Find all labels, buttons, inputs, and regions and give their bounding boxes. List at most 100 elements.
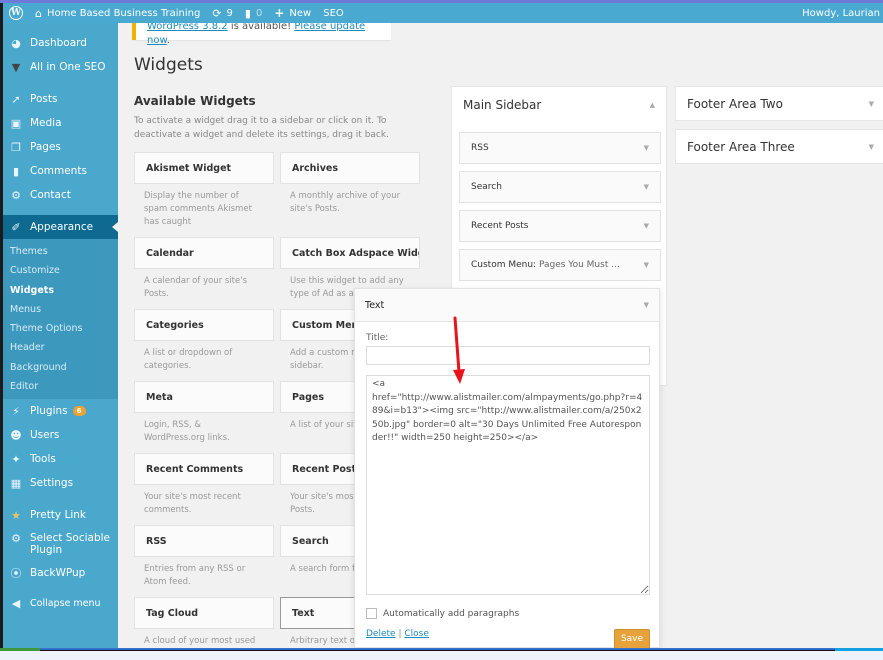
sidebar-item-backwpup[interactable]: ⦿ BackWPup bbox=[3, 561, 118, 585]
widget-recent-comments[interactable]: Recent Comments Your site's most recent c… bbox=[134, 453, 274, 517]
expand-arrow-icon[interactable]: ▼ bbox=[644, 144, 649, 152]
sidebar-item-select-sociable[interactable]: ⚙ Select Sociable Plugin bbox=[3, 527, 118, 561]
auto-paragraphs-option[interactable]: Automatically add paragraphs bbox=[366, 608, 519, 619]
widget-description: Entries from any RSS or Atom feed. bbox=[144, 564, 246, 587]
widget-description: A calendar of your site's Posts. bbox=[144, 276, 248, 299]
widget-calendar[interactable]: Calendar A calendar of your site's Posts. bbox=[134, 237, 274, 301]
delete-link[interactable]: Delete bbox=[366, 629, 396, 639]
start-button[interactable] bbox=[0, 648, 40, 651]
widget-title[interactable]: Categories bbox=[134, 309, 274, 341]
updates-count: 9 bbox=[226, 7, 233, 19]
comments-link[interactable]: ▮ 0 bbox=[239, 3, 268, 23]
expand-arrow-icon[interactable]: ▼ bbox=[869, 143, 874, 151]
main-sidebar-header[interactable]: Main Sidebar ▲ bbox=[452, 87, 666, 123]
footer-area-two[interactable]: Footer Area Two ▼ bbox=[675, 86, 883, 121]
text-content-textarea[interactable]: <a href="http://www.alistmailer.com/almp… bbox=[366, 375, 650, 595]
widget-description: Login, RSS, & WordPress.org links. bbox=[144, 420, 230, 443]
widget-title[interactable]: Tag Cloud bbox=[134, 597, 274, 629]
sidebar-widget-subtitle: Pages You Must ... bbox=[536, 260, 620, 270]
collapse-icon: ◀ bbox=[11, 596, 21, 610]
widget-title[interactable]: Catch Box Adspace Widget bbox=[280, 237, 420, 269]
expand-arrow-icon[interactable]: ▼ bbox=[644, 222, 649, 230]
submenu-menus[interactable]: Menus bbox=[3, 300, 118, 319]
sidebar-item-label: Users bbox=[30, 429, 60, 442]
widget-title[interactable]: Recent Comments bbox=[134, 453, 274, 485]
widget-title[interactable]: RSS bbox=[134, 525, 274, 557]
wp-logo-menu[interactable]: W bbox=[3, 3, 29, 23]
widget-archives[interactable]: Archives A monthly archive of your site's… bbox=[280, 152, 420, 216]
widget-akismet[interactable]: Akismet Widget Display the number of spam… bbox=[134, 152, 274, 229]
submenu-header[interactable]: Header bbox=[3, 338, 118, 357]
sidebar-item-appearance[interactable]: ✐ Appearance bbox=[3, 215, 118, 239]
widget-title[interactable]: Calendar bbox=[134, 237, 274, 269]
sidebar-item-label: Dashboard bbox=[30, 37, 87, 49]
sidebar-item-users[interactable]: ☻ Users bbox=[3, 423, 118, 447]
submenu-theme-options[interactable]: Theme Options bbox=[3, 319, 118, 338]
widget-control-links: Delete | Close bbox=[366, 629, 429, 639]
expand-arrow-icon[interactable]: ▼ bbox=[869, 100, 874, 108]
footer-area-title: Footer Area Two bbox=[687, 96, 783, 111]
widget-rss[interactable]: RSS Entries from any RSS or Atom feed. bbox=[134, 525, 274, 589]
submenu-themes[interactable]: Themes bbox=[3, 242, 118, 261]
sidebar-item-all-in-one-seo[interactable]: ▼ All in One SEO bbox=[3, 55, 118, 79]
sidebar-widget-recent-posts[interactable]: Recent Posts ▼ bbox=[459, 210, 661, 242]
sidebar-item-contact[interactable]: ⚙ Contact bbox=[3, 183, 118, 207]
admin-bar: W ⌂ Home Based Business Training ⟳ 9 ▮ 0… bbox=[3, 3, 883, 23]
media-icon: ▣ bbox=[10, 116, 22, 130]
widget-meta[interactable]: Meta Login, RSS, & WordPress.org links. bbox=[134, 381, 274, 445]
expand-arrow-icon[interactable]: ▼ bbox=[644, 301, 649, 309]
window-frame-top bbox=[0, 0, 883, 3]
sidebar-item-label: Pretty Link bbox=[30, 509, 86, 522]
expand-arrow-icon[interactable]: ▼ bbox=[644, 183, 649, 191]
footer-area-three-header[interactable]: Footer Area Three ▼ bbox=[676, 130, 883, 163]
sidebar-widget-rss[interactable]: RSS ▼ bbox=[459, 132, 661, 164]
comment-bubble-icon: ▮ bbox=[244, 6, 251, 20]
site-name-link[interactable]: ⌂ Home Based Business Training bbox=[29, 3, 206, 23]
footer-area-two-header[interactable]: Footer Area Two ▼ bbox=[676, 87, 883, 120]
account-menu[interactable]: Howdy, Laurian bbox=[796, 3, 883, 23]
submenu-customize[interactable]: Customize bbox=[3, 261, 118, 280]
sidebar-widget-title: Search bbox=[471, 182, 502, 192]
widget-title[interactable]: Akismet Widget bbox=[134, 152, 274, 184]
available-widgets-title: Available Widgets bbox=[134, 94, 256, 108]
text-widget-panel: Text ▼ Title: <a href="http://www.alistm… bbox=[354, 288, 660, 648]
gear-icon: ⚙ bbox=[11, 532, 21, 546]
sidebar-item-label: Media bbox=[30, 117, 62, 129]
footer-area-three[interactable]: Footer Area Three ▼ bbox=[675, 129, 883, 164]
collapse-menu-button[interactable]: ◀ Collapse menu bbox=[3, 591, 118, 615]
seo-link[interactable]: SEO bbox=[317, 3, 350, 23]
sidebar-item-tools[interactable]: ✦ Tools bbox=[3, 447, 118, 471]
expand-arrow-icon[interactable]: ▼ bbox=[644, 261, 649, 269]
close-link[interactable]: Close bbox=[404, 629, 429, 639]
sidebar-item-pretty-link[interactable]: ★ Pretty Link bbox=[3, 503, 118, 527]
sidebar-item-label: Contact bbox=[30, 189, 71, 201]
widget-description: Your site's most recent comments. bbox=[144, 492, 241, 515]
sidebar-widget-search[interactable]: Search ▼ bbox=[459, 171, 661, 203]
updates-link[interactable]: ⟳ 9 bbox=[206, 3, 239, 23]
available-widgets-description: To activate a widget drag it to a sideba… bbox=[134, 116, 389, 140]
collapse-arrow-icon[interactable]: ▲ bbox=[650, 101, 655, 109]
submenu-editor[interactable]: Editor bbox=[3, 377, 118, 396]
text-widget-header[interactable]: Text ▼ bbox=[355, 289, 659, 322]
widget-tag-cloud[interactable]: Tag Cloud A cloud of your most used tags. bbox=[134, 597, 274, 648]
sidebar-item-posts[interactable]: ➚ Posts bbox=[3, 87, 118, 111]
new-content-link[interactable]: + New bbox=[268, 3, 317, 23]
sidebar-item-dashboard[interactable]: ◕ Dashboard bbox=[3, 31, 118, 55]
title-input[interactable] bbox=[366, 346, 650, 365]
sidebar-item-comments[interactable]: ▮ Comments bbox=[3, 159, 118, 183]
widget-title[interactable]: Archives bbox=[280, 152, 420, 184]
auto-paragraphs-checkbox[interactable] bbox=[366, 608, 377, 619]
brush-icon: ✐ bbox=[11, 220, 21, 234]
sidebar-item-pages[interactable]: ❐ Pages bbox=[3, 135, 118, 159]
sidebar-widget-custom-menu[interactable]: Custom Menu: Pages You Must ... ▼ bbox=[459, 249, 661, 281]
sidebar-item-settings[interactable]: ▦ Settings bbox=[3, 471, 118, 495]
sidebar-item-plugins[interactable]: ⚡ Plugins 6 bbox=[3, 399, 118, 423]
submenu-widgets[interactable]: Widgets bbox=[3, 281, 118, 300]
sidebar-item-media[interactable]: ▣ Media bbox=[3, 111, 118, 135]
sidebar-item-label: Pages bbox=[30, 141, 61, 153]
widget-title[interactable]: Meta bbox=[134, 381, 274, 413]
comment-icon: ▮ bbox=[12, 164, 20, 178]
submenu-background[interactable]: Background bbox=[3, 358, 118, 377]
save-button[interactable]: Save bbox=[614, 629, 650, 648]
widget-categories[interactable]: Categories A list or dropdown of categori… bbox=[134, 309, 274, 373]
